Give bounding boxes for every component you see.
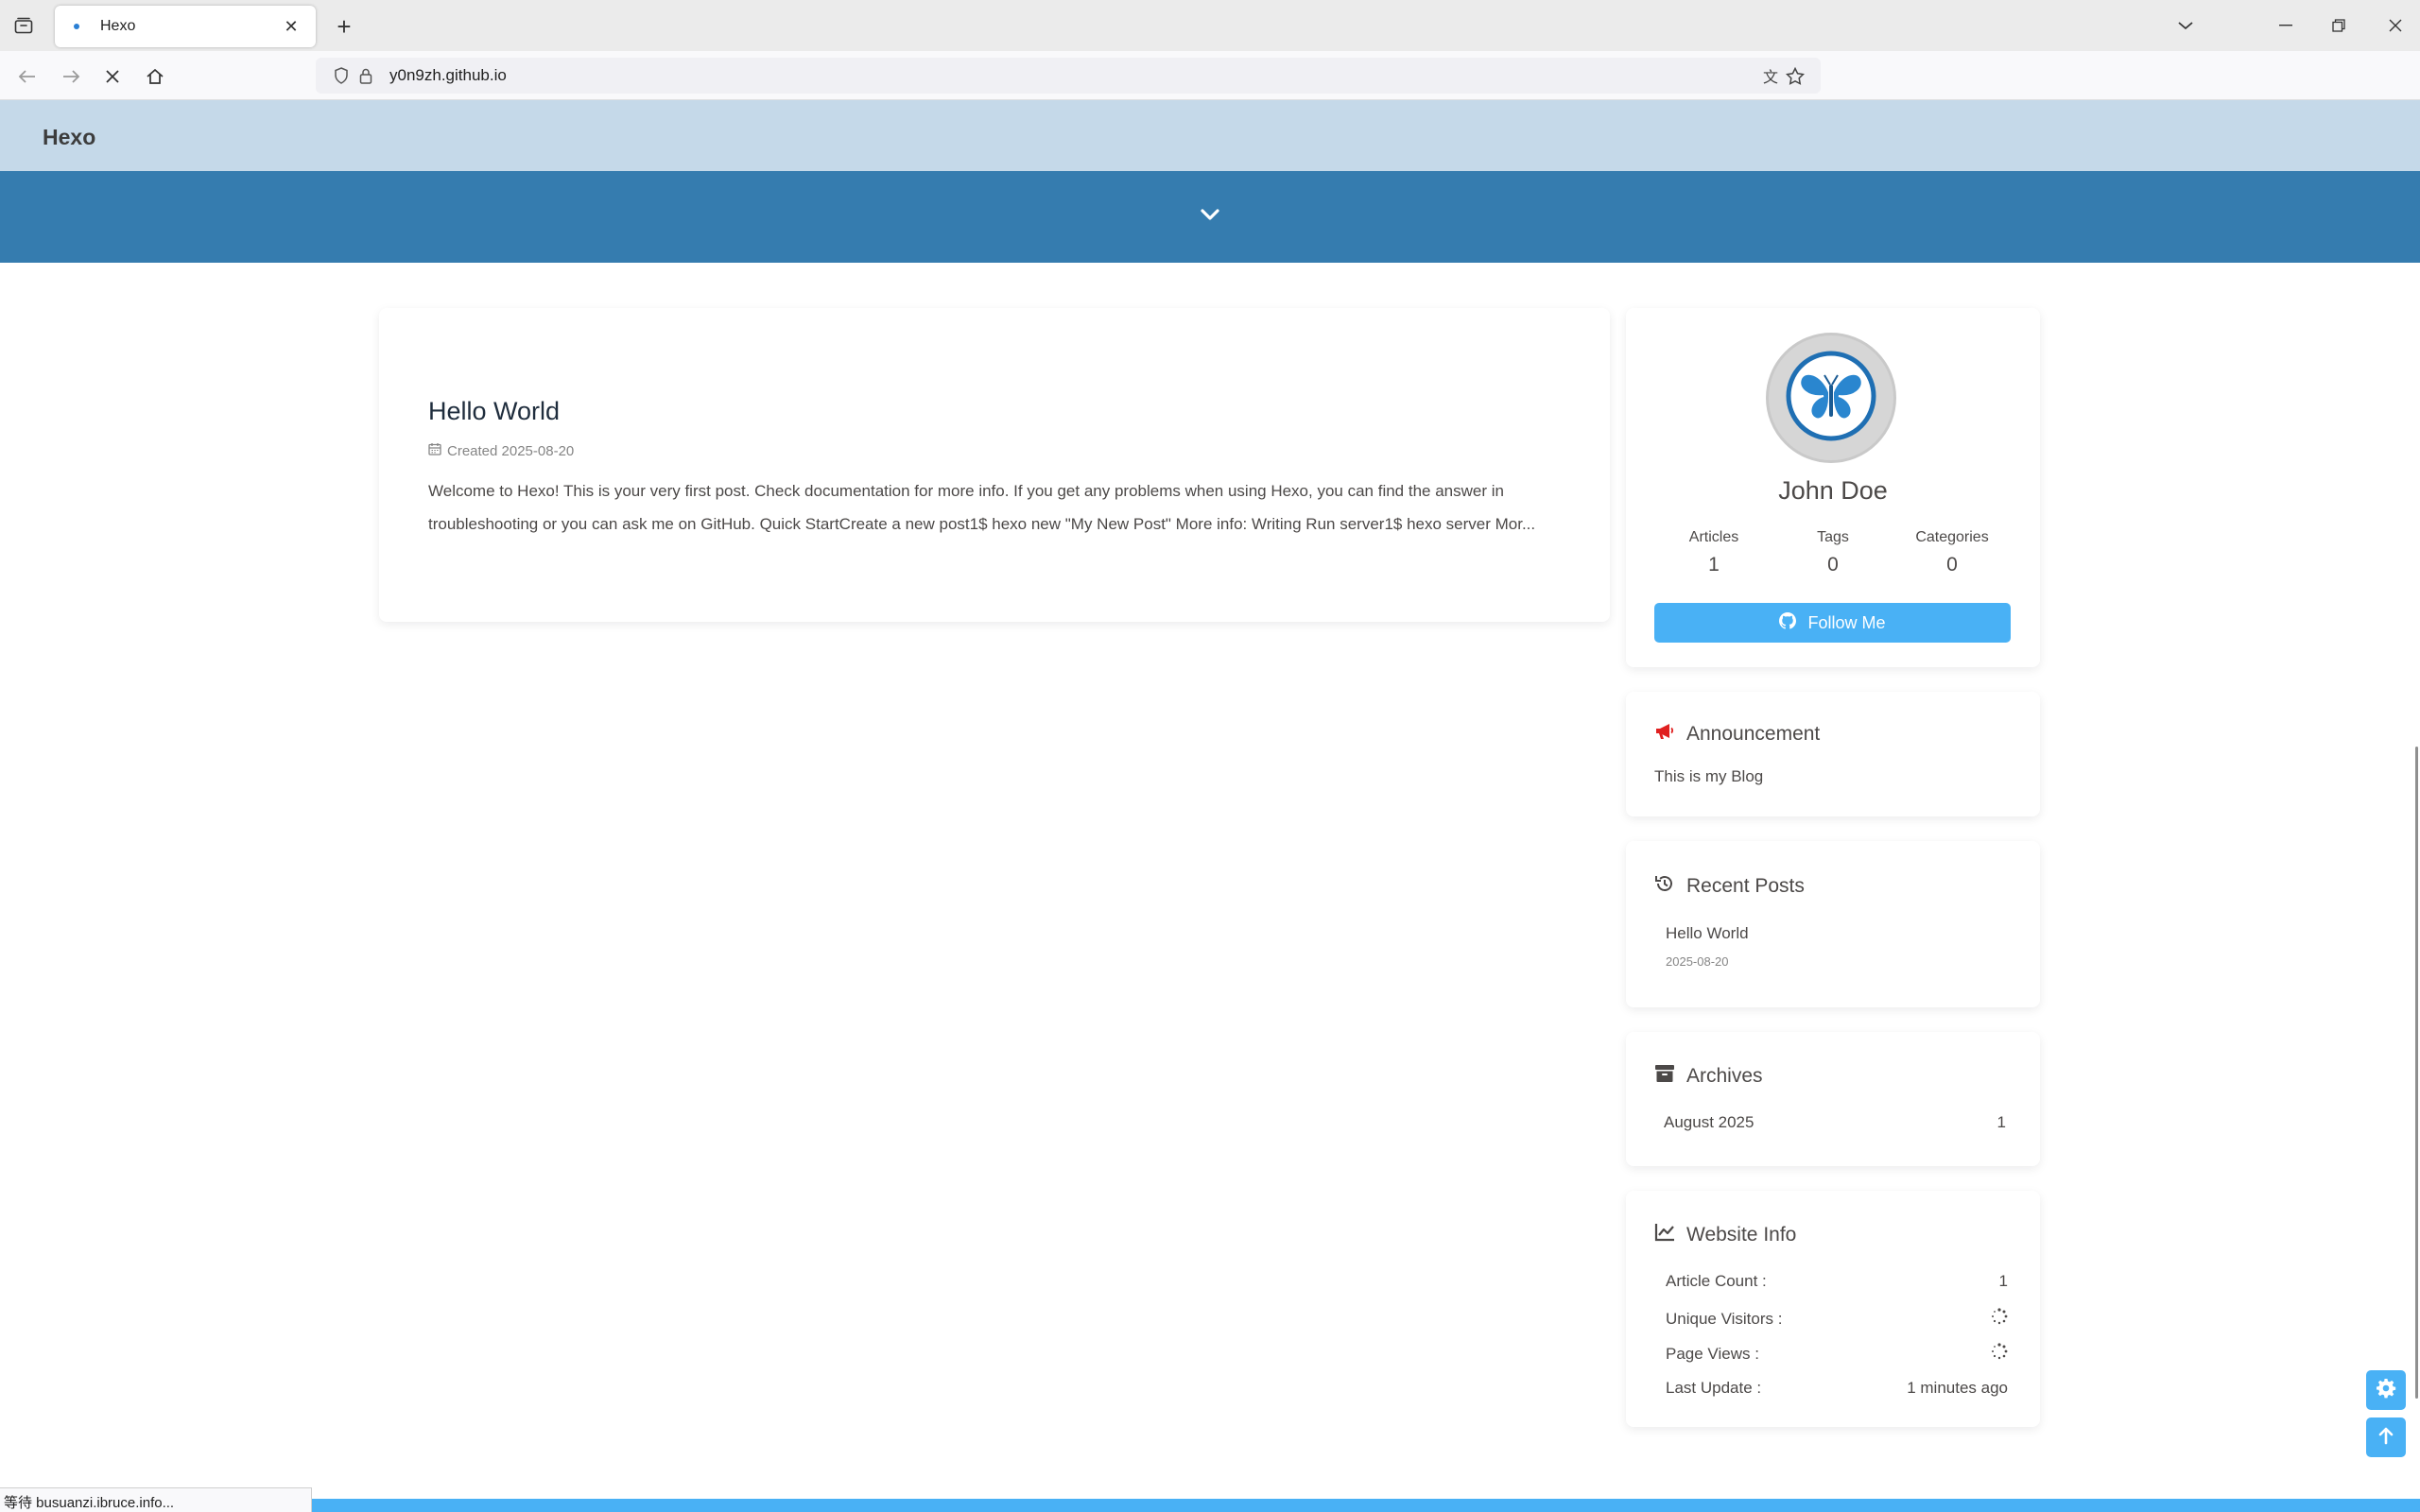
forward-arrow-icon[interactable] bbox=[55, 60, 87, 93]
site-header: Hexo bbox=[0, 100, 2420, 171]
follow-me-button[interactable]: Follow Me bbox=[1654, 603, 2011, 643]
recent-posts-card: Recent Posts Hello World 2025-08-20 bbox=[1626, 841, 2040, 1007]
info-label: Page Views : bbox=[1666, 1344, 1759, 1363]
post-excerpt: Welcome to Hexo! This is your very first… bbox=[428, 482, 1536, 533]
stat-value: 0 bbox=[1946, 554, 1958, 576]
close-window-icon[interactable] bbox=[2377, 9, 2414, 42]
restore-window-icon[interactable] bbox=[2320, 9, 2358, 42]
history-icon bbox=[1654, 873, 1675, 900]
announcement-text: This is my Blog bbox=[1654, 767, 1764, 785]
bookmark-star-icon[interactable] bbox=[1783, 63, 1807, 88]
arrow-up-icon bbox=[2377, 1426, 2394, 1450]
loading-dot-icon bbox=[74, 24, 79, 29]
archive-item[interactable]: August 2025 1 bbox=[1664, 1113, 2006, 1132]
home-icon[interactable] bbox=[139, 60, 171, 93]
scrollbar-thumb[interactable] bbox=[2415, 747, 2418, 1399]
post-created-date: Created 2025-08-20 bbox=[447, 442, 575, 459]
back-arrow-icon[interactable] bbox=[11, 60, 43, 93]
recent-posts-heading: Recent Posts bbox=[1654, 873, 1805, 900]
stat-label: Articles bbox=[1688, 529, 1739, 545]
announcement-card: Announcement This is my Blog bbox=[1626, 692, 2040, 816]
info-row-unique-visitors: Unique Visitors : bbox=[1666, 1308, 2008, 1330]
tab-list-icon[interactable] bbox=[9, 11, 38, 40]
tracking-shield-icon[interactable] bbox=[329, 63, 354, 88]
info-value: 1 bbox=[1998, 1272, 2008, 1290]
back-to-top-button[interactable] bbox=[2366, 1418, 2406, 1457]
github-icon bbox=[1779, 611, 1797, 634]
info-row-page-views: Page Views : bbox=[1666, 1343, 2008, 1365]
recent-post-link[interactable]: Hello World bbox=[1666, 924, 1749, 943]
author-stats: Articles 1 Tags 0 Categories 0 bbox=[1654, 529, 2012, 576]
info-label: Unique Visitors : bbox=[1666, 1309, 1783, 1328]
site-brand[interactable]: Hexo bbox=[43, 125, 95, 150]
browser-nav-bar: y0n9zh.github.io 文 bbox=[0, 51, 2420, 135]
archive-month: August 2025 bbox=[1664, 1113, 1754, 1131]
stat-value: 1 bbox=[1708, 554, 1720, 576]
archive-box-icon bbox=[1654, 1064, 1675, 1089]
author-name: John Doe bbox=[1778, 476, 1888, 505]
stat-label: Tags bbox=[1817, 529, 1849, 545]
info-row-article-count: Article Count : 1 bbox=[1666, 1272, 2008, 1291]
recent-post-date: 2025-08-20 bbox=[1666, 954, 1729, 969]
stat-value: 0 bbox=[1827, 554, 1839, 576]
settings-button[interactable] bbox=[2366, 1370, 2406, 1410]
stop-loading-icon[interactable] bbox=[96, 60, 129, 93]
archive-count: 1 bbox=[1996, 1113, 2006, 1131]
post-card: Hello World Created 2025-08-20 Welcome t… bbox=[379, 308, 1610, 622]
avatar bbox=[1766, 333, 1896, 463]
stat-label: Categories bbox=[1915, 529, 1989, 545]
stat-articles[interactable]: Articles 1 bbox=[1654, 529, 1773, 576]
browser-status-bar: 等待 busuanzi.ibruce.info... bbox=[0, 1487, 312, 1512]
info-label: Article Count : bbox=[1666, 1272, 1767, 1290]
tab-title: Hexo bbox=[100, 18, 136, 34]
chevron-down-icon[interactable] bbox=[1200, 208, 1220, 226]
archives-heading: Archives bbox=[1654, 1064, 1763, 1089]
browser-tab-active[interactable]: Hexo ✕ bbox=[55, 6, 316, 47]
archives-card: Archives August 2025 1 bbox=[1626, 1032, 2040, 1166]
stat-categories[interactable]: Categories 0 bbox=[1893, 529, 2012, 576]
translate-icon[interactable]: 文 bbox=[1758, 63, 1783, 88]
loading-spinner-icon bbox=[1991, 1308, 2008, 1330]
gear-icon bbox=[2376, 1378, 2396, 1403]
address-bar[interactable]: y0n9zh.github.io 文 bbox=[316, 58, 1821, 94]
post-title[interactable]: Hello World bbox=[428, 397, 560, 426]
site-banner bbox=[0, 171, 2420, 263]
stat-tags[interactable]: Tags 0 bbox=[1773, 529, 1893, 576]
recent-posts-title: Recent Posts bbox=[1686, 875, 1805, 897]
archives-title: Archives bbox=[1686, 1065, 1763, 1087]
post-meta: Created 2025-08-20 bbox=[428, 442, 574, 459]
info-row-last-update: Last Update : 1 minutes ago bbox=[1666, 1379, 2008, 1398]
website-info-heading: Website Info bbox=[1654, 1223, 1796, 1247]
website-info-card: Website Info Article Count : 1 Unique Vi… bbox=[1626, 1191, 2040, 1427]
bullhorn-icon bbox=[1654, 722, 1675, 747]
close-tab-icon[interactable]: ✕ bbox=[280, 17, 302, 37]
url-text[interactable]: y0n9zh.github.io bbox=[389, 66, 1758, 85]
website-info-title: Website Info bbox=[1686, 1224, 1797, 1246]
minimize-window-icon[interactable] bbox=[2267, 9, 2305, 42]
line-chart-icon bbox=[1654, 1223, 1675, 1247]
browser-tab-bar: Hexo ✕ + bbox=[0, 0, 2420, 51]
author-card: John Doe Articles 1 Tags 0 Categories 0 … bbox=[1626, 308, 2040, 667]
announcement-title: Announcement bbox=[1686, 723, 1821, 745]
butterfly-logo-icon bbox=[1786, 351, 1876, 446]
lock-icon[interactable] bbox=[354, 63, 378, 88]
follow-me-label: Follow Me bbox=[1807, 612, 1886, 632]
info-value: 1 minutes ago bbox=[1907, 1379, 2008, 1397]
info-label: Last Update : bbox=[1666, 1379, 1762, 1397]
calendar-icon bbox=[428, 442, 441, 459]
loading-spinner-icon bbox=[1991, 1343, 2008, 1365]
site-footer bbox=[0, 1499, 2420, 1512]
new-tab-button[interactable]: + bbox=[329, 11, 359, 42]
announcement-heading: Announcement bbox=[1654, 722, 1820, 747]
tab-overflow-chevron-icon[interactable] bbox=[2167, 9, 2204, 42]
